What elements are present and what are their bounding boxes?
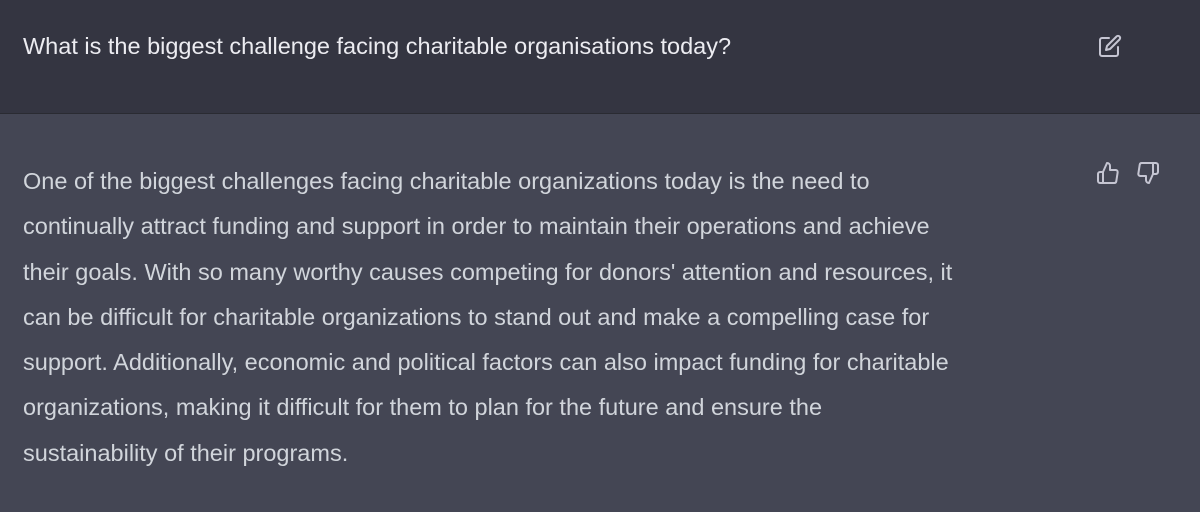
assistant-message: One of the biggest challenges facing cha…	[0, 114, 1200, 512]
user-message: What is the biggest challenge facing cha…	[0, 0, 1200, 114]
assistant-text-line: continually attract funding and support …	[23, 213, 930, 240]
assistant-text-line: support. Additionally, economic and poli…	[23, 349, 949, 376]
assistant-text-line: sustainability of their programs.	[23, 439, 349, 466]
thumbs-down-icon	[1136, 161, 1160, 185]
thumbs-up-icon	[1096, 161, 1120, 185]
assistant-text-line: organizations, making it difficult for t…	[23, 394, 823, 421]
assistant-text-line: their goals. With so many worthy causes …	[23, 258, 953, 285]
edit-message-button[interactable]	[1095, 31, 1125, 61]
thumbs-up-button[interactable]	[1094, 159, 1122, 187]
assistant-text-line: One of the biggest challenges facing cha…	[23, 168, 870, 194]
edit-icon	[1098, 34, 1122, 58]
thumbs-down-button[interactable]	[1134, 159, 1162, 187]
assistant-message-text: One of the biggest challenges facing cha…	[23, 159, 1083, 476]
feedback-buttons	[1094, 159, 1162, 187]
user-message-text: What is the biggest challenge facing cha…	[23, 33, 732, 59]
assistant-text-line: can be difficult for charitable organiza…	[23, 303, 930, 330]
